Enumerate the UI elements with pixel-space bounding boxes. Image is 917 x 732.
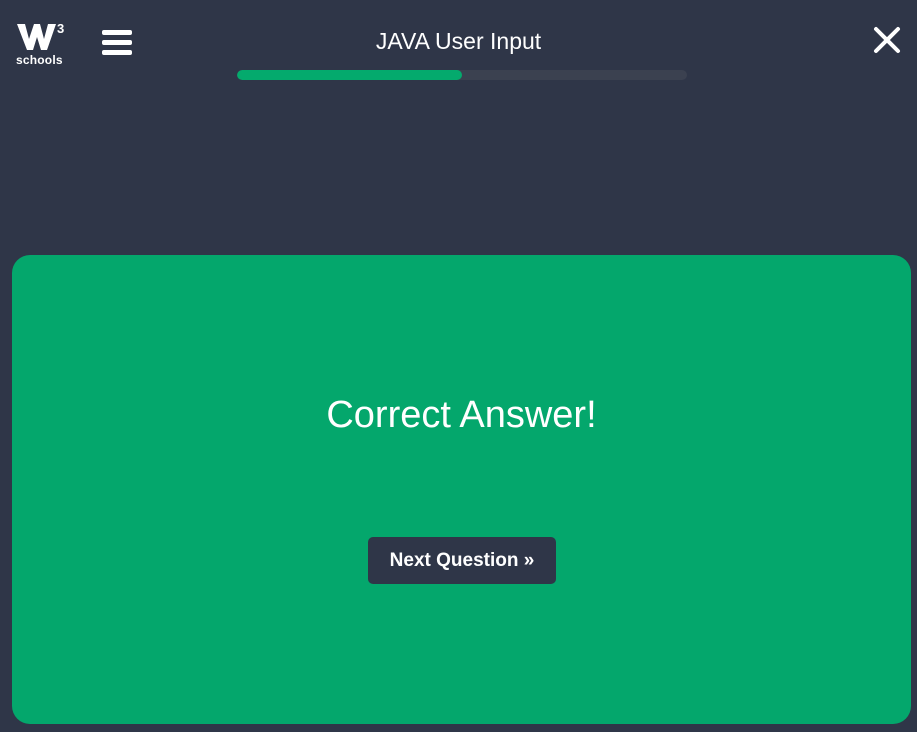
next-question-button[interactable]: Next Question » [368, 537, 556, 584]
progress-fill [237, 70, 462, 80]
result-card: Correct Answer! Next Question » [12, 255, 911, 724]
logo-text: schools [16, 53, 63, 67]
progress-bar [237, 70, 687, 80]
result-message: Correct Answer! [326, 394, 597, 436]
page-title: JAVA User Input [375, 28, 542, 54]
close-icon[interactable] [873, 26, 901, 54]
